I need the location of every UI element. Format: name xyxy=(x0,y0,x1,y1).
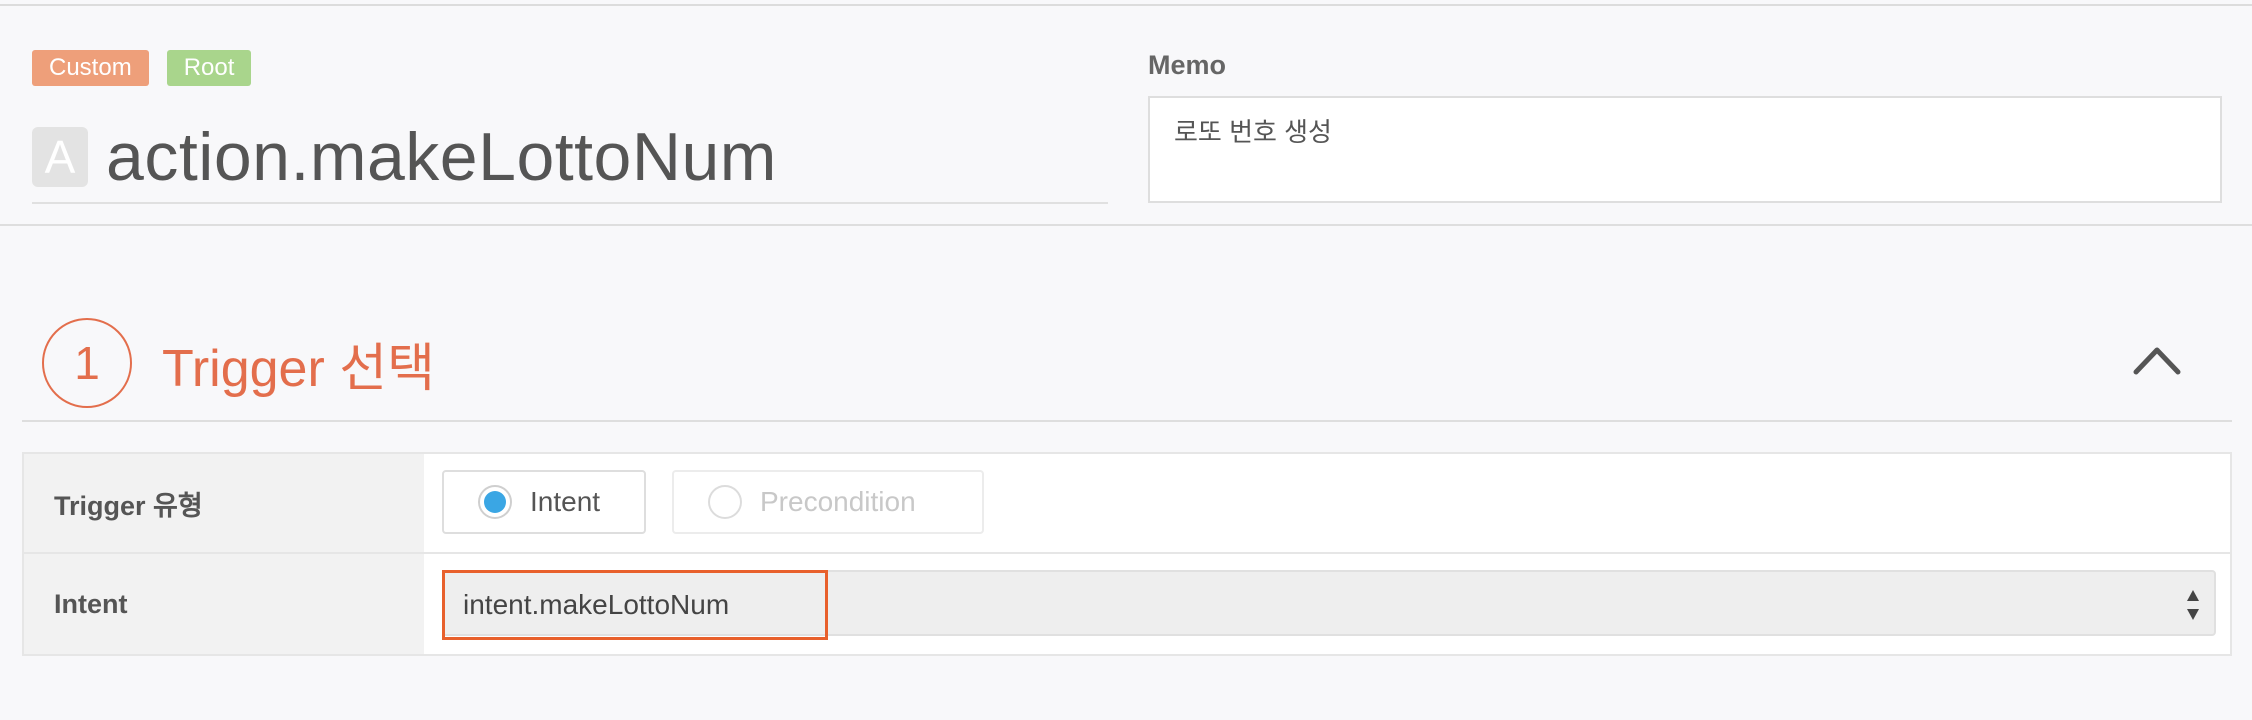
section-divider xyxy=(22,420,2232,422)
header-divider xyxy=(0,224,2252,226)
action-name-field[interactable]: A action.makeLottoNum xyxy=(32,112,1108,204)
top-divider xyxy=(0,4,2252,6)
page-title: action.makeLottoNum xyxy=(106,119,777,195)
radio-checked-icon xyxy=(478,485,512,519)
select-arrows-icon xyxy=(2187,590,2199,620)
trigger-form: Trigger 유형 Intent Precondition Intent in… xyxy=(22,452,2232,656)
memo-label: Memo xyxy=(1148,50,1227,80)
intent-select[interactable]: intent.makeLottoNum xyxy=(442,570,2216,640)
collapse-button[interactable] xyxy=(2132,342,2182,376)
radio-unchecked-icon xyxy=(708,485,742,519)
chevron-up-icon xyxy=(2133,347,2181,375)
intent-label: Intent xyxy=(24,554,424,654)
intent-radio-label: Intent xyxy=(530,486,601,517)
custom-badge: Custom xyxy=(32,50,149,86)
precondition-radio-label: Precondition xyxy=(760,486,916,517)
intent-select-value: intent.makeLottoNum xyxy=(442,570,828,640)
step-number: 1 xyxy=(42,318,132,408)
memo-textarea[interactable]: 로또 번호 생성 xyxy=(1148,96,2222,203)
section-title: Trigger 선택 xyxy=(162,340,435,398)
badge-group: Custom Root xyxy=(32,50,252,86)
trigger-type-label: Trigger 유형 xyxy=(24,454,424,552)
intent-row: Intent intent.makeLottoNum xyxy=(24,554,2230,654)
intent-radio-option[interactable]: Intent xyxy=(442,470,646,534)
action-type-icon: A xyxy=(32,127,88,187)
precondition-radio-option[interactable]: Precondition xyxy=(672,470,984,534)
root-badge: Root xyxy=(166,50,252,86)
trigger-type-row: Trigger 유형 Intent Precondition xyxy=(24,454,2230,554)
